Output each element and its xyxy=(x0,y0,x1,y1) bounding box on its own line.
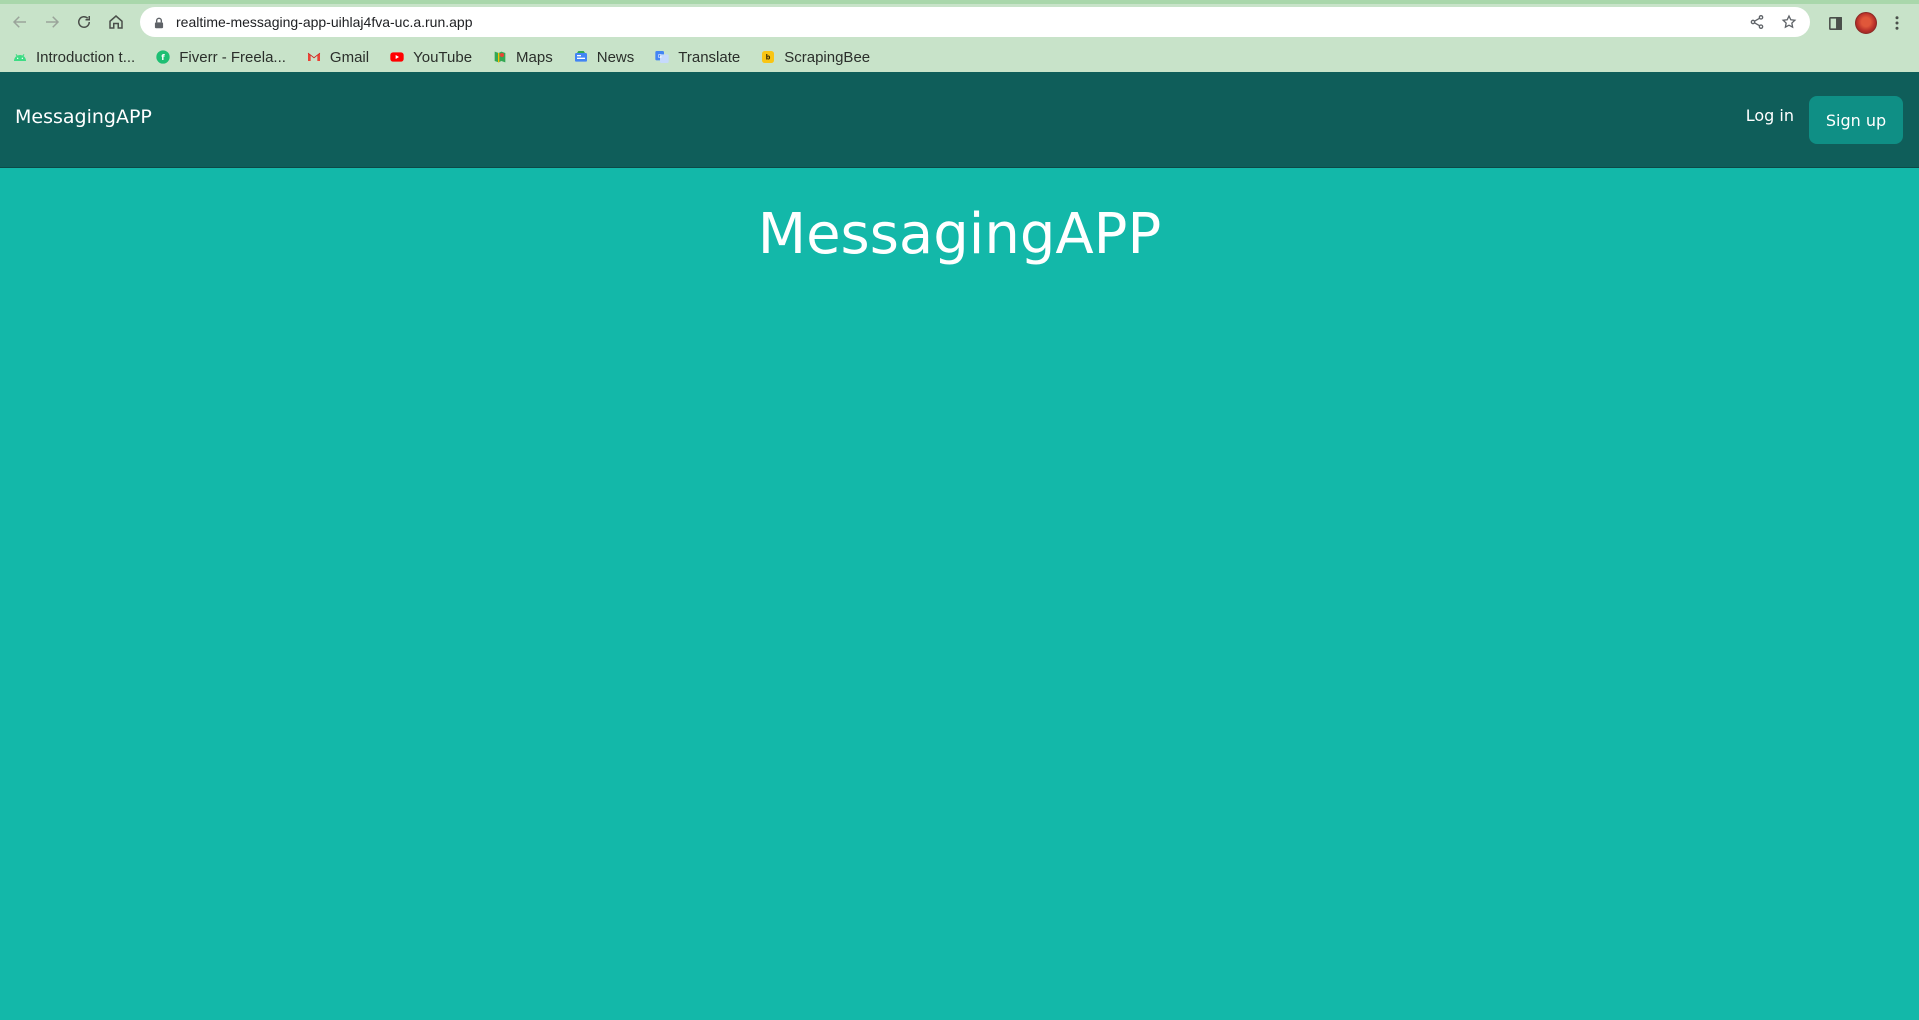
bookmark-label: YouTube xyxy=(413,48,473,66)
signup-button[interactable]: Sign up xyxy=(1809,96,1903,144)
svg-text:G: G xyxy=(658,54,662,60)
svg-text:f: f xyxy=(161,53,165,62)
hero-title: MessagingAPP xyxy=(757,202,1162,267)
bookmark-label: ScrapingBee xyxy=(784,48,871,66)
reload-button[interactable] xyxy=(72,10,96,34)
bookmark-item[interactable]: G Translate xyxy=(646,44,748,70)
bookmark-item[interactable]: News xyxy=(565,44,643,70)
bookmark-item[interactable]: Gmail xyxy=(298,44,377,70)
profile-avatar[interactable] xyxy=(1855,12,1877,34)
star-icon[interactable] xyxy=(1780,13,1798,31)
bookmark-label: News xyxy=(596,48,635,66)
bookmark-item[interactable]: b ScrapingBee xyxy=(752,44,878,70)
arrow-right-icon xyxy=(46,16,60,28)
address-bar[interactable]: realtime-messaging-app-uihlaj4fva-uc.a.r… xyxy=(140,7,1810,37)
youtube-icon xyxy=(389,49,405,65)
browser-toolbar: realtime-messaging-app-uihlaj4fva-uc.a.r… xyxy=(0,4,1919,42)
home-icon xyxy=(109,15,123,29)
share-icon[interactable] xyxy=(1748,13,1766,31)
bookmark-label: Gmail xyxy=(329,48,370,66)
back-button[interactable] xyxy=(8,10,32,34)
svg-text:b: b xyxy=(766,54,771,62)
lock-icon xyxy=(152,15,166,29)
scrapingbee-icon: b xyxy=(760,49,776,65)
bookmark-item[interactable]: Maps xyxy=(484,44,561,70)
browser-menu-button[interactable] xyxy=(1888,12,1906,34)
bookmark-item[interactable]: Introduction t... xyxy=(4,44,143,70)
login-link[interactable]: Log in xyxy=(1746,106,1794,125)
more-vertical-icon xyxy=(1895,16,1899,30)
translate-icon: G xyxy=(654,49,670,65)
bookmark-label: Introduction t... xyxy=(36,48,136,66)
url-text: realtime-messaging-app-uihlaj4fva-uc.a.r… xyxy=(176,14,473,30)
brand-link[interactable]: MessagingAPP xyxy=(15,106,152,128)
side-panel-button[interactable] xyxy=(1824,12,1846,34)
maps-icon xyxy=(492,49,508,65)
bookmarks-bar: Introduction t... f Fiverr - Freela... G… xyxy=(0,42,1919,72)
bookmark-label: Fiverr - Freela... xyxy=(179,48,286,66)
app-navbar: MessagingAPP Log in Sign up xyxy=(0,72,1919,168)
gmail-icon xyxy=(306,49,322,65)
news-icon xyxy=(573,49,589,65)
arrow-left-icon xyxy=(12,16,26,28)
bookmark-item[interactable]: YouTube xyxy=(381,44,480,70)
browser-chrome: realtime-messaging-app-uihlaj4fva-uc.a.r… xyxy=(0,0,1919,72)
reload-icon xyxy=(78,16,90,28)
forward-button[interactable] xyxy=(40,10,64,34)
bookmark-item[interactable]: f Fiverr - Freela... xyxy=(147,44,294,70)
side-panel-icon xyxy=(1828,16,1842,30)
android-icon xyxy=(12,49,28,65)
bookmark-label: Maps xyxy=(516,48,553,66)
bookmark-label: Translate xyxy=(678,48,741,66)
home-button[interactable] xyxy=(104,10,128,34)
fiverr-icon: f xyxy=(155,49,171,65)
